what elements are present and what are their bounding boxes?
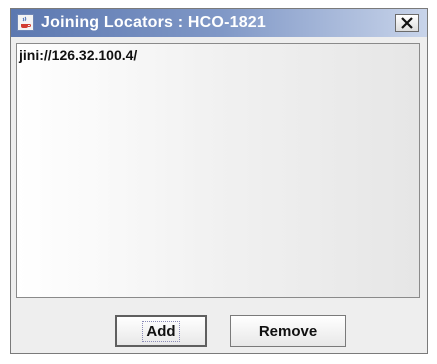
add-button[interactable]: Add	[115, 315, 207, 347]
remove-button[interactable]: Remove	[230, 315, 346, 347]
close-icon	[401, 17, 413, 29]
title-bar[interactable]: Joining Locators : HCO-1821	[11, 9, 427, 37]
joining-locators-dialog: Joining Locators : HCO-1821 jini://126.3…	[10, 8, 428, 354]
locator-list[interactable]: jini://126.32.100.4/	[16, 43, 420, 298]
add-button-label: Add	[142, 320, 180, 342]
java-cup-icon	[17, 14, 34, 31]
close-button[interactable]	[395, 14, 419, 32]
window-title: Joining Locators : HCO-1821	[41, 14, 266, 31]
list-item[interactable]: jini://126.32.100.4/	[19, 47, 137, 63]
